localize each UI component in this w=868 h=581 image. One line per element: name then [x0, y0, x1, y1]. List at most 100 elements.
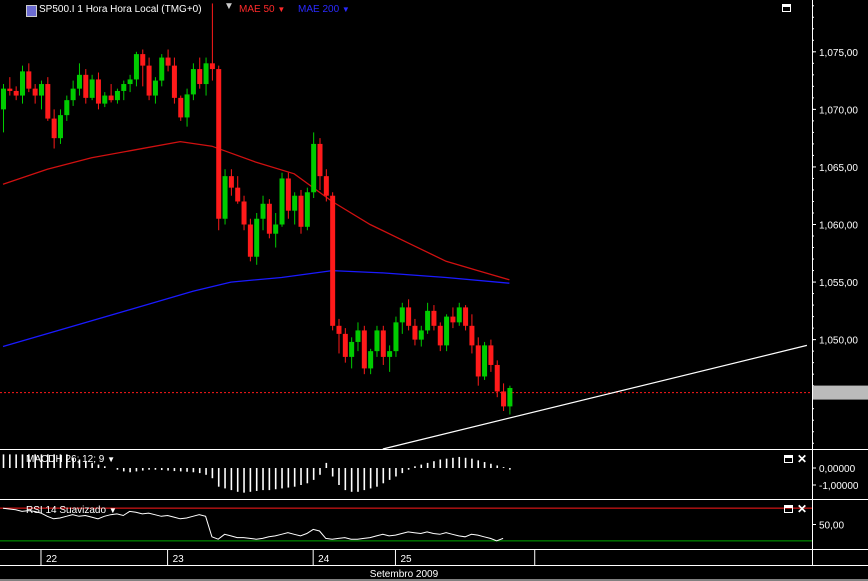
candle-body	[57, 115, 63, 139]
candle-body	[133, 54, 139, 80]
candle-body	[488, 345, 494, 365]
candle-body	[260, 203, 266, 219]
macd-dropdown-icon[interactable]: ▼	[107, 455, 115, 464]
y-tick-label: 1,075,00	[819, 48, 858, 59]
candle-body	[412, 325, 418, 340]
chart-canvas: 1,075,00 1,070,00 1,065,00 1,060,00 1,055,00…	[0, 0, 868, 581]
candle-body	[165, 57, 171, 66]
candle-body	[285, 178, 291, 211]
candle-body	[292, 195, 298, 211]
candle-body	[197, 69, 203, 85]
candle-body	[152, 80, 158, 96]
candle-body	[469, 325, 475, 346]
close-macd-icon[interactable]: ✕	[797, 453, 807, 465]
x-tick-label: 23	[173, 554, 185, 565]
candle-body	[482, 345, 488, 377]
maximize-macd-icon[interactable]	[784, 455, 793, 463]
candle-body	[1, 88, 6, 110]
candle-body	[406, 307, 412, 326]
rsi-label-text: RSI 14 Suavizado	[26, 505, 107, 516]
candle-body	[342, 333, 348, 357]
candle-body	[254, 218, 260, 257]
macd-label[interactable]: MACDH 26; 12; 9 ▼	[26, 454, 115, 465]
candle-body	[349, 341, 355, 357]
candle-body	[7, 88, 13, 91]
candle-body	[146, 65, 152, 96]
candle-body	[235, 187, 241, 202]
ma50-dropdown-icon[interactable]: ▼	[277, 5, 285, 14]
maximize-main-icon[interactable]	[782, 4, 791, 12]
ma200-label[interactable]: MAE 200 ▼	[298, 4, 350, 15]
ma200-dropdown-icon[interactable]: ▼	[342, 5, 350, 14]
candle-body	[393, 322, 399, 352]
candle-body	[361, 330, 367, 369]
y-tick-label: 1,055,00	[819, 278, 858, 289]
chart-title[interactable]: SP500.I 1 Hora Hora Local (TMG+0)	[39, 4, 202, 15]
rsi-label[interactable]: RSI 14 Suavizado ▼	[26, 505, 117, 516]
x-tick-label: 24	[318, 554, 330, 565]
candle-body	[298, 195, 304, 227]
candle-body	[241, 201, 247, 225]
close-rsi-icon[interactable]: ✕	[797, 503, 807, 515]
candle-body	[26, 71, 32, 89]
candle-body	[222, 176, 228, 219]
candle-body	[368, 351, 374, 369]
candle-body	[463, 307, 469, 326]
candle-body	[76, 74, 82, 89]
ma50-label[interactable]: MAE 50 ▼	[239, 4, 285, 15]
candle-body	[355, 330, 361, 342]
candle-body	[279, 178, 285, 225]
candle-body	[380, 330, 386, 357]
candle-body	[431, 310, 437, 326]
ma50-label-text: MAE 50	[239, 4, 275, 15]
candle-body	[247, 224, 253, 257]
candle-body	[38, 84, 44, 96]
candle-body	[203, 63, 209, 85]
candle-body	[159, 57, 165, 81]
candle-body	[127, 79, 133, 85]
candle-body	[108, 95, 114, 101]
trendline	[382, 344, 808, 450]
candle-body	[95, 79, 101, 104]
candle-body	[425, 310, 431, 331]
symbol-icon[interactable]	[26, 5, 37, 17]
candle-body	[374, 330, 380, 352]
candle-body	[336, 325, 342, 334]
candle-body	[190, 69, 196, 95]
candle-body	[330, 195, 336, 326]
candle-body	[216, 69, 222, 219]
candle-body	[32, 88, 38, 96]
candle-body	[456, 307, 462, 323]
candle-body	[304, 192, 310, 227]
candle-body	[437, 325, 443, 346]
rsi-dropdown-icon[interactable]: ▼	[109, 506, 117, 515]
candle-body	[317, 143, 323, 177]
candle-body	[444, 316, 450, 346]
candle-body	[140, 54, 146, 66]
candle-body	[311, 143, 317, 193]
macd-label-text: MACDH 26; 12; 9	[26, 454, 105, 465]
candle-body	[266, 203, 272, 234]
y-tick-label: 1,065,00	[819, 163, 858, 174]
candle-body	[171, 65, 177, 98]
candle-body	[89, 79, 95, 98]
macd-tick-label: 0,00000	[819, 464, 856, 475]
candle-body	[475, 345, 481, 377]
candle-body	[83, 74, 89, 98]
candle-body	[64, 100, 70, 116]
candle-body	[51, 118, 57, 139]
x-tick-label: 25	[400, 554, 412, 565]
candle-body	[228, 176, 234, 188]
candle-body	[178, 97, 184, 118]
y-tick-label: 1,070,00	[819, 105, 858, 116]
candle-body	[387, 351, 393, 357]
y-tick-label: 1,050,00	[819, 336, 858, 347]
candle-body	[399, 307, 405, 323]
maximize-rsi-icon[interactable]	[784, 505, 793, 513]
candle-body	[273, 224, 279, 234]
candle-body	[102, 95, 108, 104]
ma200-label-text: MAE 200	[298, 4, 340, 15]
x-tick-label: 22	[46, 554, 58, 565]
candle-body	[184, 94, 190, 118]
candle-body	[418, 330, 424, 340]
